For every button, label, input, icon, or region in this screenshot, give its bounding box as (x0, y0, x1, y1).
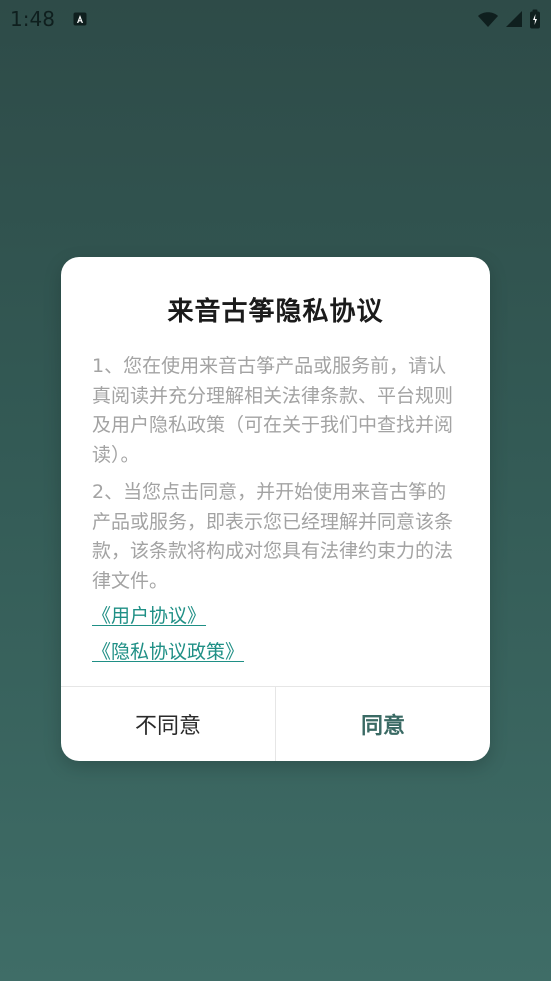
user-agreement-link[interactable]: 《用户协议》 (92, 604, 206, 628)
dialog-body: 1、您在使用来音古筝产品或服务前，请认真阅读并充分理解相关法律条款、平台规则及用… (92, 352, 456, 604)
status-left: 1:48 (10, 9, 87, 29)
privacy-paragraph-2: 2、当您点击同意，并开始使用来音古筝的产品或服务，即表示您已经理解并同意该条款，… (92, 481, 454, 592)
status-right (477, 9, 541, 29)
signal-icon (505, 10, 523, 28)
disagree-button[interactable]: 不同意 (61, 687, 275, 761)
status-bar: 1:48 (0, 0, 551, 38)
wifi-icon (477, 10, 499, 28)
notification-a-icon (73, 12, 87, 26)
agree-button[interactable]: 同意 (276, 687, 490, 761)
privacy-dialog: 来音古筝隐私协议 1、您在使用来音古筝产品或服务前，请认真阅读并充分理解相关法律… (61, 257, 490, 761)
status-time: 1:48 (10, 7, 55, 31)
battery-icon (529, 9, 541, 29)
privacy-policy-link[interactable]: 《隐私协议政策》 (92, 640, 244, 664)
privacy-paragraph-1: 1、您在使用来音古筝产品或服务前，请认真阅读并充分理解相关法律条款、平台规则及用… (92, 355, 454, 466)
dialog-title: 来音古筝隐私协议 (167, 297, 384, 327)
